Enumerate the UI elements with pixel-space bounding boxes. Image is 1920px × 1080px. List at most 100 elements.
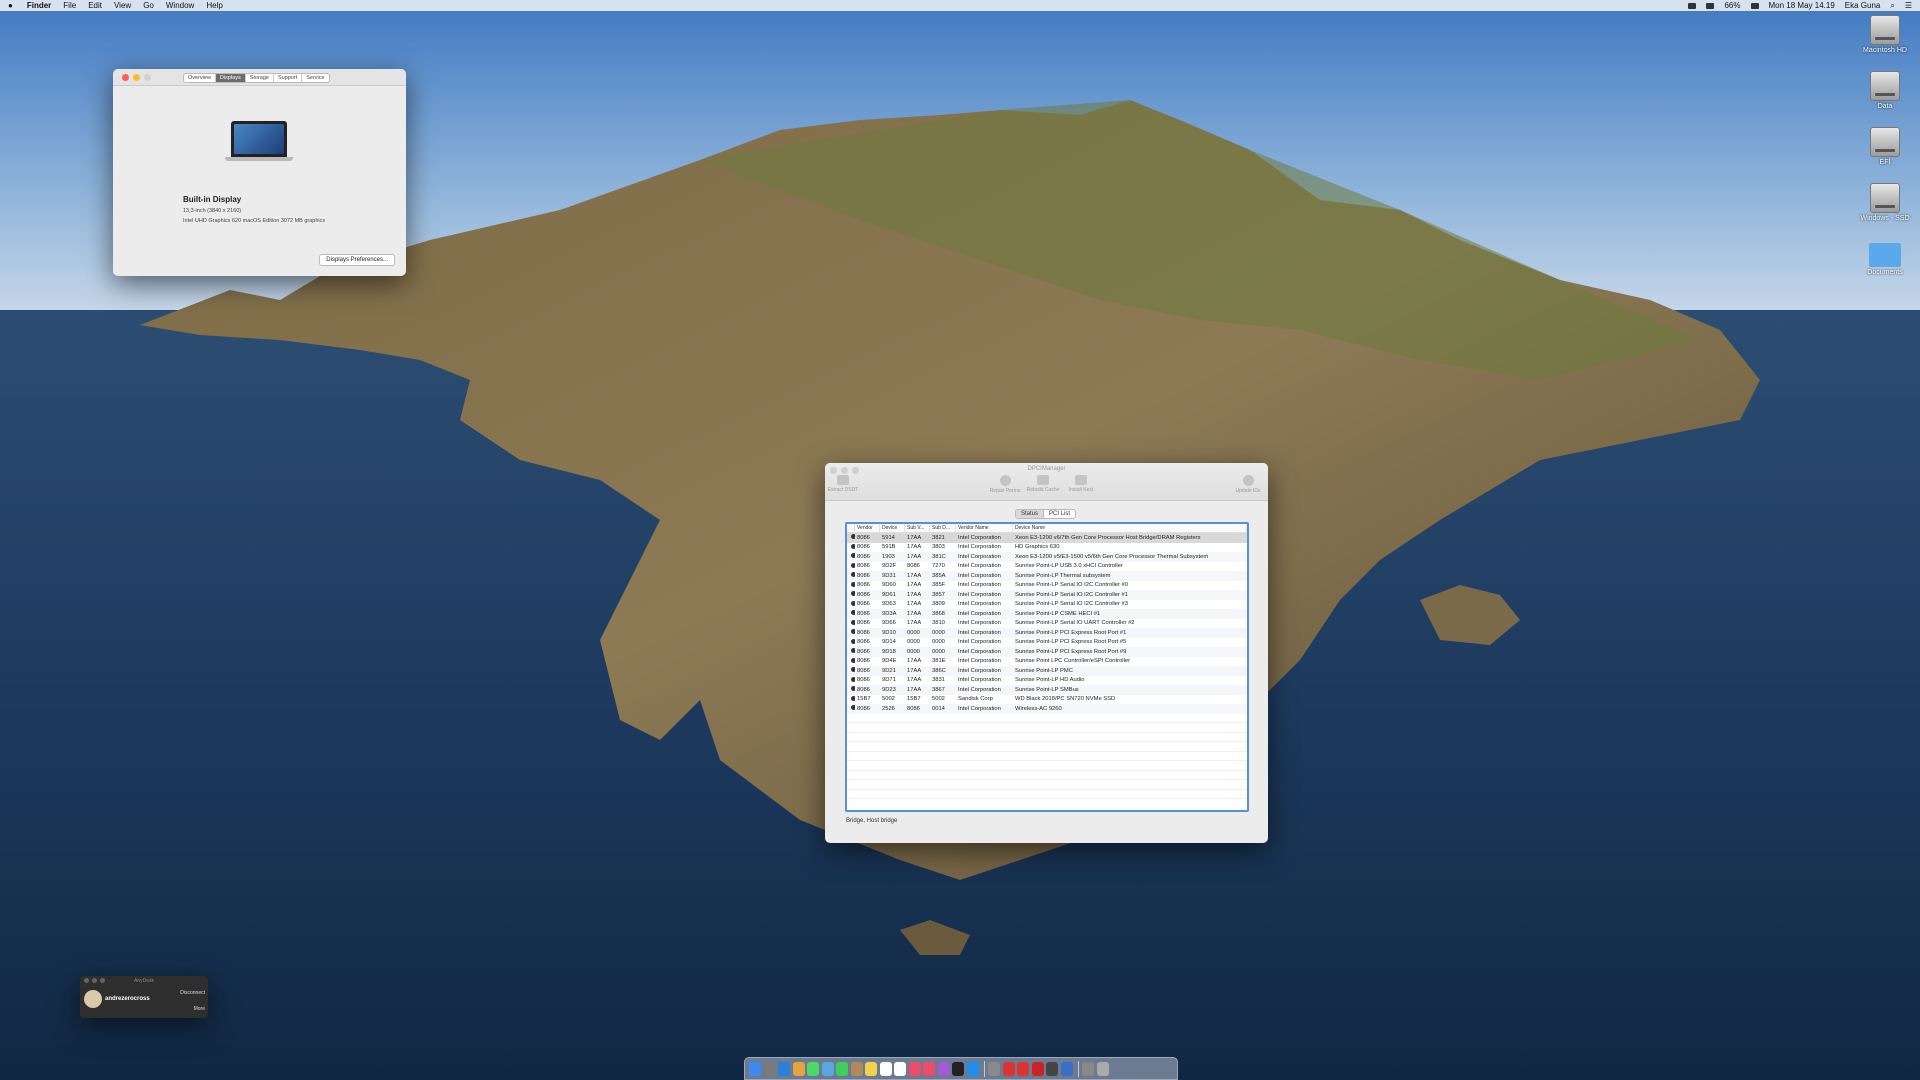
table-row[interactable]: 8086 1903 17AA 381C Intel Corporation Xeon E3… — [847, 552, 1247, 562]
dock-music-icon[interactable] — [923, 1061, 935, 1076]
table-row[interactable]: 8086 9D66 17AA 3810 Intel Corporation Sunrise… — [847, 619, 1247, 629]
dock-app2-icon[interactable] — [1017, 1061, 1029, 1076]
table-row[interactable]: 8086 9D61 17AA 3857 Intel Corporation Sunrise… — [847, 590, 1247, 600]
dock-app1-icon[interactable] — [1002, 1061, 1015, 1076]
sub-vendor-cell: 0000 — [907, 639, 920, 646]
table-row[interactable]: 8086 9D18 0000 0000 Intel Corporation Sunrise… — [847, 647, 1247, 657]
update-ids-button[interactable]: Update IDs — [1230, 475, 1266, 494]
wifi-icon[interactable] — [1688, 2, 1697, 9]
dock-appstore-icon[interactable] — [966, 1061, 979, 1076]
dock-finder-icon[interactable] — [749, 1061, 761, 1076]
dock-maps-icon[interactable] — [821, 1061, 834, 1076]
dock-calendar-icon[interactable] — [879, 1061, 892, 1076]
dock-app6-icon[interactable] — [1082, 1061, 1094, 1076]
menu-file[interactable]: File — [63, 1, 76, 10]
dock-app3-icon[interactable] — [1031, 1061, 1044, 1076]
device-name-cell: Sunrise Point-LP USB 3.0 xHCI Controller — [1015, 563, 1123, 570]
sub-vendor-cell: 17AA — [907, 610, 922, 617]
table-row[interactable]: 8086 9D21 17AA 386C Intel Corporation Sunrise… — [847, 666, 1247, 676]
tab-status[interactable]: Status — [1016, 510, 1045, 518]
dock-app7-icon[interactable] — [1096, 1061, 1109, 1076]
dock-podcasts-icon[interactable] — [937, 1061, 950, 1076]
menu-go[interactable]: Go — [143, 1, 154, 10]
menu-window[interactable]: Window — [166, 1, 194, 10]
clock[interactable]: Mon 18 May 14.19 — [1769, 1, 1835, 10]
table-row[interactable]: 8086 9D2F 8086 7270 Intel Corporation Sunrise… — [847, 562, 1247, 572]
close-icon[interactable] — [84, 978, 89, 983]
table-row[interactable]: 8086 9D10 0000 0000 Intel Corporation Sunrise… — [847, 628, 1247, 638]
table-row[interactable]: 8086 9D60 17AA 385F Intel Corporation Sunrise… — [847, 581, 1247, 591]
sub-device-cell: 3809 — [932, 601, 945, 608]
more-button[interactable]: More — [194, 1006, 205, 1012]
pci-table[interactable]: Vendor Device Sub V... Sub D... Vendor N… — [845, 522, 1249, 812]
battery-icon[interactable] — [1750, 2, 1759, 9]
column-header-device[interactable]: Device — [880, 524, 905, 532]
repair-perms-button[interactable]: Repair Perms — [987, 475, 1023, 494]
desktop-icon-efi[interactable]: EFI — [1850, 127, 1920, 166]
extract-dsdt-button[interactable]: Extract DSDT — [825, 475, 861, 493]
dock-app5-icon[interactable] — [1060, 1061, 1073, 1076]
table-row[interactable]: 8086 9D3A 17AA 3868 Intel Corporation Sunrise… — [847, 609, 1247, 619]
dock-safari-icon[interactable] — [778, 1061, 790, 1076]
desktop-icon-macintosh-hd[interactable]: Macintosh HD — [1850, 15, 1920, 54]
menu-help[interactable]: Help — [206, 1, 222, 10]
table-row[interactable]: 8086 9D23 17AA 3867 Intel Corporation Sunrise… — [847, 685, 1247, 695]
volume-icon[interactable] — [1706, 2, 1715, 9]
user-name[interactable]: Eka Guna — [1845, 1, 1881, 10]
menu-edit[interactable]: Edit — [88, 1, 102, 10]
tab-storage[interactable]: Storage — [246, 74, 274, 82]
desktop-icon-documents[interactable]: Documents — [1850, 239, 1920, 276]
dock-launchpad-icon[interactable] — [763, 1061, 776, 1076]
column-header-vendor[interactable]: Vendor — [855, 524, 880, 532]
tab-pci-list[interactable]: PCI List — [1044, 510, 1075, 518]
dock-messages-icon[interactable] — [807, 1061, 819, 1076]
close-icon[interactable] — [122, 74, 129, 81]
column-header-vendor-name[interactable]: Vendor Name — [956, 524, 1013, 532]
column-header-status[interactable] — [847, 524, 855, 532]
dock-notes-icon[interactable] — [865, 1061, 877, 1076]
table-row[interactable]: 8086 9D63 17AA 3809 Intel Corporation Sunrise… — [847, 600, 1247, 610]
dock-reminders-icon[interactable] — [894, 1061, 906, 1076]
column-header-device-name[interactable]: Device Name — [1013, 524, 1247, 532]
dock-app4-icon[interactable] — [1046, 1061, 1058, 1076]
menu-app-name[interactable]: Finder — [27, 1, 51, 10]
apple-menu-icon[interactable]: ● — [8, 1, 13, 10]
dock-appletv-icon[interactable] — [952, 1061, 964, 1076]
minimize-icon[interactable] — [92, 978, 97, 983]
column-header-sub-device[interactable]: Sub D... — [930, 524, 956, 532]
table-row[interactable]: 8086 2526 8086 0014 Intel Corporation Wireles… — [847, 704, 1247, 714]
table-row[interactable]: 8086 9D4E 17AA 381E Intel Corporation Sunrise… — [847, 657, 1247, 667]
install-kext-button[interactable]: Install Kext — [1063, 475, 1099, 493]
tab-displays[interactable]: Displays — [215, 74, 246, 82]
desktop-icon-windows-ssd[interactable]: Windows - SSD — [1850, 183, 1920, 222]
dock-photos-icon[interactable] — [792, 1061, 805, 1076]
table-row[interactable]: 8086 9D71 17AA 3831 Intel Corporation Sunrise… — [847, 676, 1247, 686]
tab-support[interactable]: Support — [274, 74, 303, 82]
dock-itunes-icon[interactable] — [908, 1061, 921, 1076]
menu-view[interactable]: View — [114, 1, 131, 10]
table-row[interactable]: 8086 5914 17AA 3821 Intel Corporation Xeon E3… — [847, 533, 1247, 543]
device-cell: 9D23 — [882, 686, 896, 693]
dock-preferences-icon[interactable] — [988, 1061, 1000, 1076]
desktop-icon-label: Macintosh HD — [1863, 47, 1907, 54]
table-row[interactable]: 15B7 5002 15B7 5002 Sandisk Corp WD Black 201… — [847, 695, 1247, 705]
zoom-icon[interactable] — [144, 74, 151, 81]
tab-overview[interactable]: Overview — [184, 74, 216, 82]
dock-contacts-icon[interactable] — [850, 1061, 863, 1076]
dock-facetime-icon[interactable] — [836, 1061, 848, 1076]
column-header-sub-vendor[interactable]: Sub V... — [905, 524, 930, 532]
battery-percent[interactable]: 66% — [1724, 1, 1740, 10]
tab-service[interactable]: Service — [302, 74, 328, 82]
table-row[interactable]: 8086 9D14 0000 0000 Intel Corporation Sunrise… — [847, 638, 1247, 648]
device-cell: 9D60 — [882, 582, 896, 589]
minimize-icon[interactable] — [133, 74, 140, 81]
table-row[interactable]: 8086 591B 17AA 3803 Intel Corporation HD Grap… — [847, 543, 1247, 553]
control-center-icon[interactable]: ☰ — [1905, 1, 1912, 10]
rebuild-cache-button[interactable]: Rebuild Cache — [1025, 475, 1061, 493]
table-row[interactable]: 8086 9D31 17AA 385A Intel Corporation Sunrise… — [847, 571, 1247, 581]
desktop-icon-data[interactable]: Data — [1850, 71, 1920, 110]
displays-preferences-button[interactable]: Displays Preferences... — [319, 254, 395, 266]
zoom-icon[interactable] — [100, 978, 105, 983]
spotlight-icon[interactable]: ⌕ — [1890, 1, 1894, 11]
disconnect-button[interactable]: Disconnect — [180, 990, 205, 996]
